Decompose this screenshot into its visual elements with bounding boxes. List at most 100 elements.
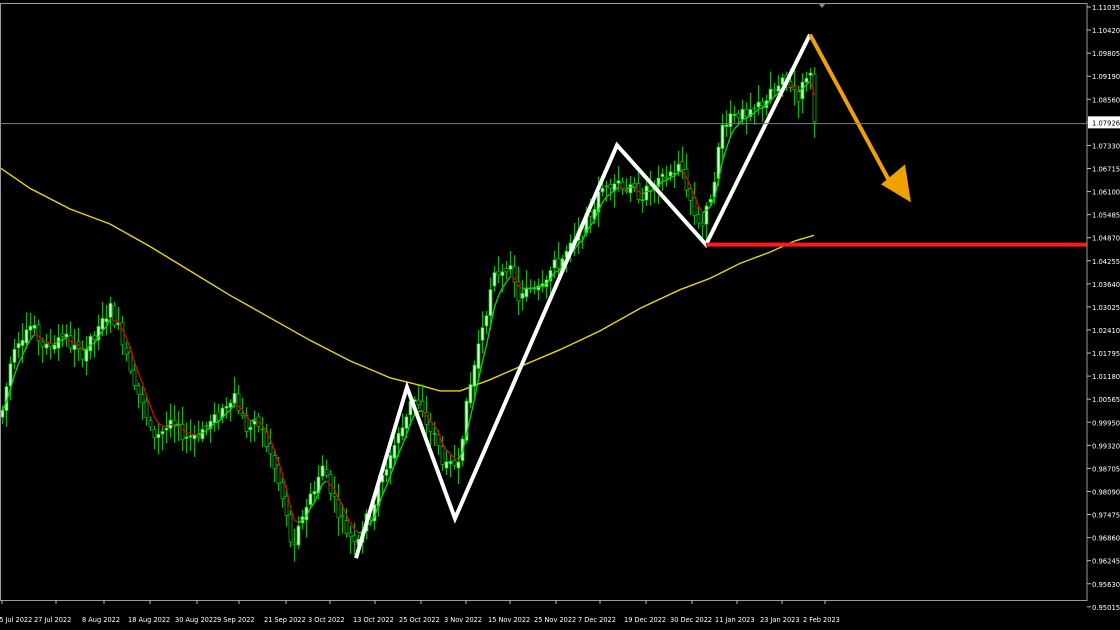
bear-candle (276, 464, 281, 484)
bull-candle (524, 287, 529, 298)
bear-candle (340, 514, 345, 518)
bear-candle (292, 542, 297, 546)
bull-candle (616, 180, 621, 184)
price-tick-label: 1.00565 (1092, 396, 1120, 404)
bear-candle (284, 495, 289, 516)
time-tick-label: 21 Sep 2022 (264, 616, 306, 624)
price-tick-label: 0.97475 (1092, 512, 1120, 520)
bull-candle (16, 342, 21, 349)
time-tick-label: 15 Jul 2022 (0, 616, 32, 624)
bull-candle (28, 325, 33, 331)
bull-candle (12, 348, 17, 363)
fast-ma-segment (534, 286, 539, 289)
bull-candle (84, 348, 89, 362)
bull-candle (388, 454, 393, 469)
price-tick-label: 1.04255 (1092, 258, 1120, 266)
bull-candle (500, 271, 505, 277)
bull-candle (508, 265, 513, 270)
bear-candle (664, 177, 669, 180)
bear-candle (40, 341, 45, 347)
bear-candle (416, 399, 421, 406)
bear-candle (60, 333, 65, 338)
bear-candle (240, 413, 245, 417)
bull-candle (44, 343, 49, 349)
bull-candle (312, 490, 317, 495)
bear-candle (812, 73, 817, 123)
bull-candle (0, 409, 5, 418)
bear-candle (288, 514, 293, 543)
price-tick-label: 1.05485 (1092, 212, 1120, 220)
bear-candle (280, 482, 285, 500)
bull-candle (24, 329, 29, 344)
bull-candle (32, 324, 37, 329)
bull-candle (104, 318, 109, 323)
bull-candle (732, 113, 737, 117)
price-tick-label: 0.99950 (1092, 419, 1120, 427)
price-tick-label: 0.98705 (1092, 465, 1120, 473)
fast-ma-segment (250, 419, 255, 422)
price-tick-label: 1.01795 (1092, 350, 1120, 358)
price-tick-label: 1.07330 (1092, 142, 1120, 150)
time-tick-label: 30 Dec 2022 (670, 616, 712, 624)
bear-candle (752, 107, 757, 110)
bull-candle (392, 444, 397, 459)
price-tick-label: 1.04870 (1092, 235, 1120, 243)
bear-candle (268, 443, 273, 455)
time-tick-label: 25 Oct 2022 (399, 616, 440, 624)
price-tick-label: 0.99320 (1092, 442, 1120, 450)
bull-candle (108, 302, 113, 318)
bull-candle (320, 465, 325, 477)
bear-candle (760, 101, 765, 107)
bull-candle (384, 468, 389, 476)
bear-candle (344, 520, 349, 535)
bear-candle (348, 532, 353, 537)
price-tick-label: 0.98090 (1092, 488, 1120, 496)
bull-candle (484, 315, 489, 327)
bear-candle (112, 305, 117, 326)
bull-candle (448, 461, 453, 465)
bull-candle (804, 77, 809, 83)
time-tick-label: 19 Dec 2022 (624, 616, 666, 624)
bull-candle (296, 525, 301, 546)
bull-candle (600, 187, 605, 193)
bear-candle (496, 270, 501, 276)
bull-candle (156, 433, 161, 439)
bull-candle (88, 335, 93, 352)
bull-candle (396, 432, 401, 444)
time-tick-label: 11 Jan 2023 (715, 616, 755, 624)
bull-candle (660, 173, 665, 178)
bear-candle (772, 89, 777, 92)
bear-candle (332, 493, 337, 498)
bull-candle (480, 327, 485, 341)
bull-candle (52, 344, 57, 350)
current-price-label: 1.07926 (1092, 119, 1120, 127)
bull-candle (432, 432, 437, 435)
bear-candle (688, 188, 693, 201)
bull-candle (676, 163, 681, 172)
bear-candle (736, 113, 741, 119)
bull-candle (188, 435, 193, 438)
bull-candle (192, 434, 197, 440)
bull-candle (248, 426, 253, 431)
bear-candle (136, 385, 141, 395)
time-tick-label: 23 Jan 2023 (760, 616, 800, 624)
bull-candle (668, 171, 673, 177)
price-tick-label: 1.09805 (1092, 50, 1120, 58)
bear-candle (744, 109, 749, 117)
fast-ma-segment (194, 433, 199, 436)
bull-candle (756, 101, 761, 108)
bull-candle (212, 414, 217, 424)
bull-candle (444, 461, 449, 469)
fast-ma-segment (114, 320, 119, 323)
fast-ma-segment (190, 432, 195, 435)
bull-candle (708, 198, 713, 203)
price-tick-label: 1.01180 (1092, 373, 1120, 381)
fast-ma-segment (662, 179, 667, 182)
price-chart[interactable]: 1.11035 1.10420 1.09805 1.09190 1.08560 1.079… (0, 0, 1120, 630)
bear-candle (148, 420, 153, 428)
bull-candle (404, 416, 409, 429)
bull-candle (628, 184, 633, 194)
bear-candle (352, 535, 357, 542)
bear-candle (420, 400, 425, 412)
bull-candle (468, 384, 473, 404)
